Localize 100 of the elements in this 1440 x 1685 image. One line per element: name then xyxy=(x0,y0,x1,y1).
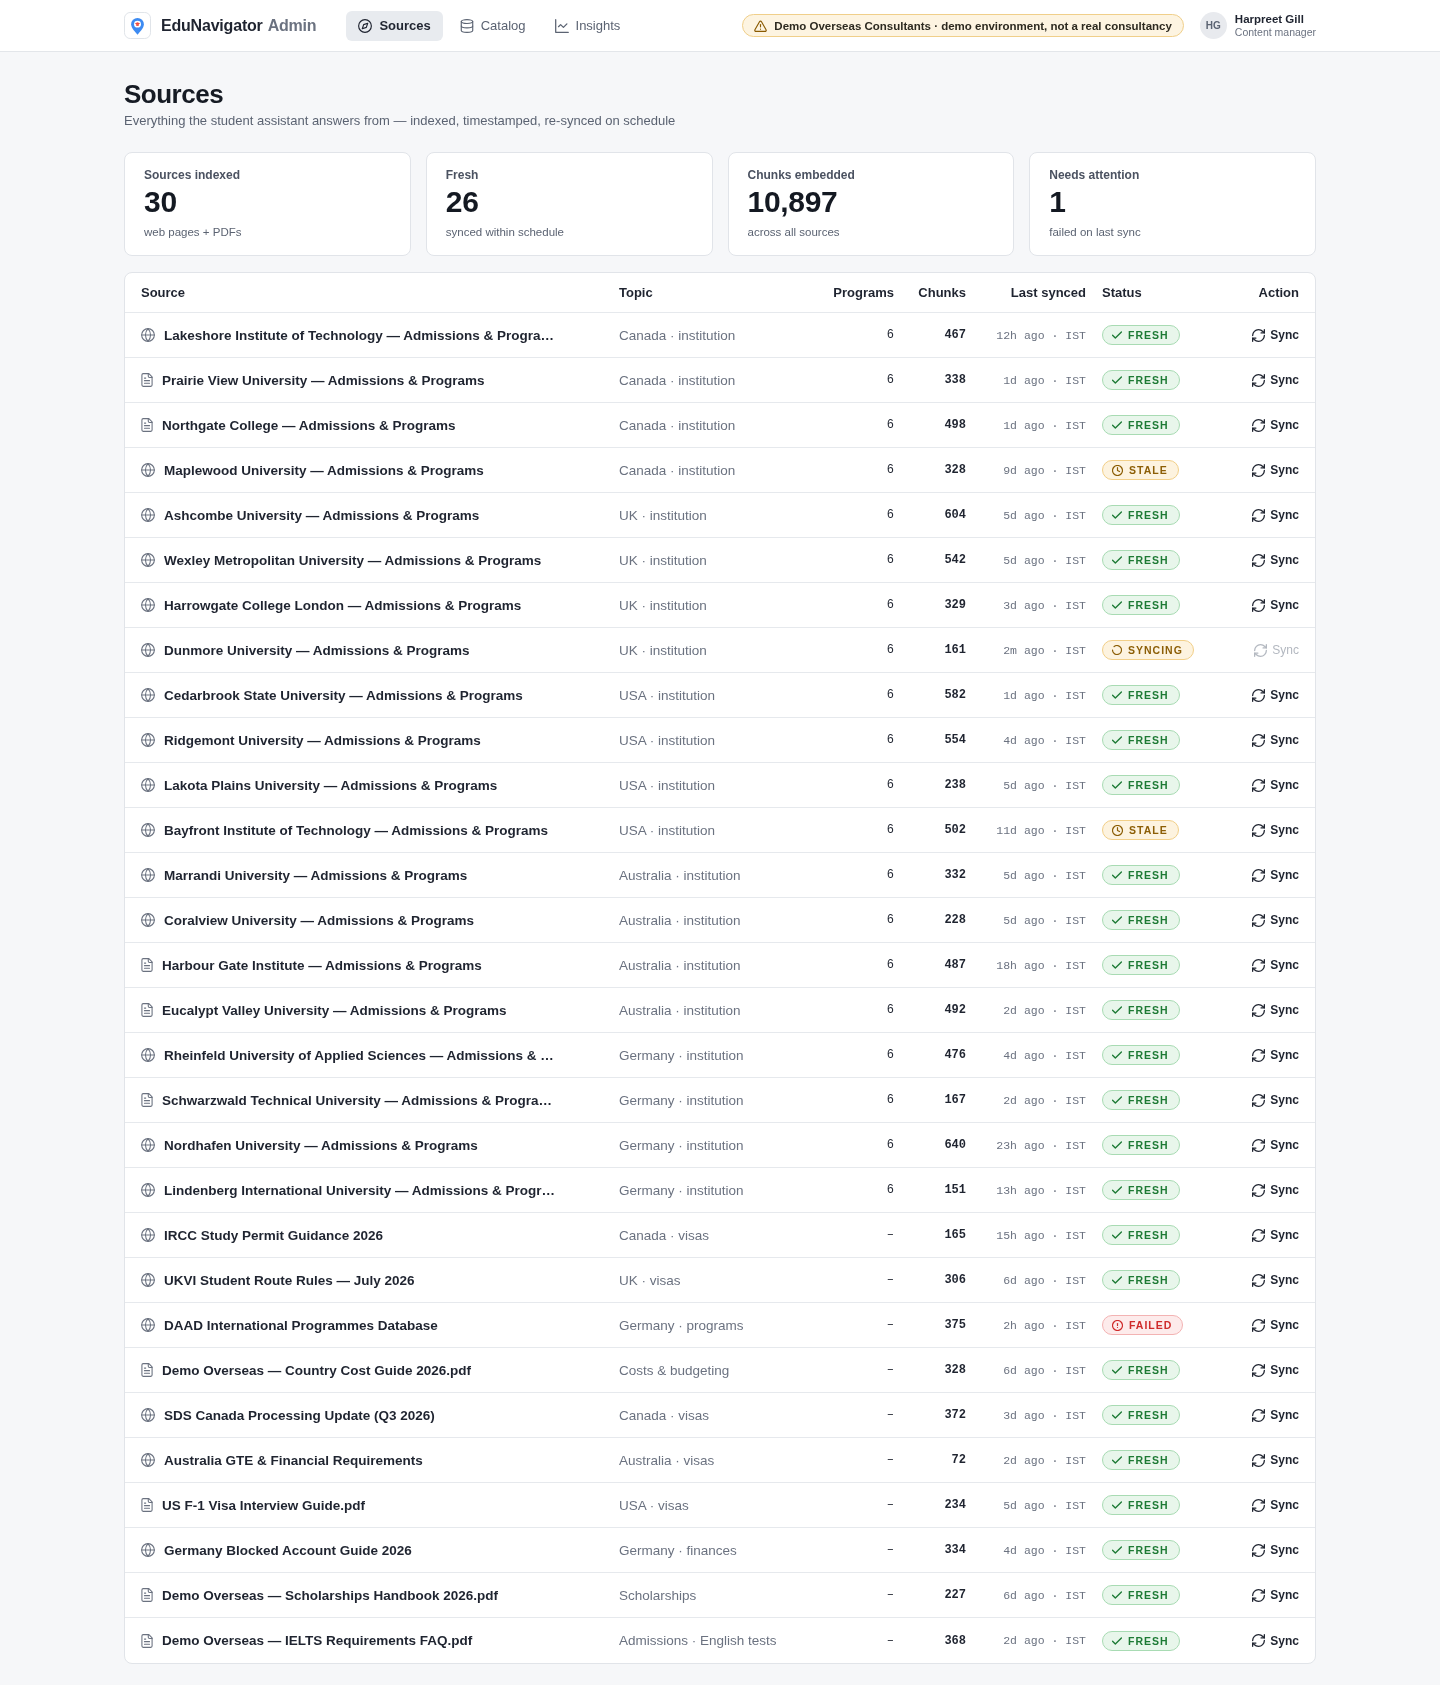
column-header: Source xyxy=(141,285,186,300)
source-name: Demo Overseas — Scholarships Handbook 2026.pdf xyxy=(162,1587,499,1603)
source-name: Lakota Plains University — Admissions & Programs xyxy=(164,777,498,793)
globe-icon xyxy=(141,1543,155,1557)
nav-tab[interactable]: Catalog xyxy=(447,10,538,41)
sync-button[interactable]: Sync xyxy=(1252,1315,1299,1335)
sync-button[interactable]: Sync xyxy=(1252,775,1299,795)
source-name: Coralview University — Admissions & Programs xyxy=(164,912,475,928)
sync-button[interactable]: Sync xyxy=(1252,685,1299,705)
sync-button[interactable]: Sync xyxy=(1252,1225,1299,1245)
refresh-icon xyxy=(1252,913,1266,927)
status-text: FRESH xyxy=(1128,1049,1169,1061)
globe-icon xyxy=(141,1183,155,1197)
brand-name: EduNavigator xyxy=(161,16,263,35)
last-synced-time: 2h ago · IST xyxy=(1003,1318,1086,1332)
banner-text: Demo Overseas Consultants · demo environment, not a real consultancy xyxy=(774,19,1172,32)
sync-button[interactable]: Sync xyxy=(1252,1045,1299,1065)
refresh-icon xyxy=(1252,373,1266,387)
last-synced-time: 5d ago · IST xyxy=(1003,508,1086,522)
topic-text: USA · institution xyxy=(619,777,716,793)
globe-icon xyxy=(141,1138,155,1152)
sync-button[interactable]: Sync xyxy=(1252,1270,1299,1290)
user-avatar[interactable]: HG xyxy=(1199,12,1227,39)
sync-button[interactable]: Sync xyxy=(1252,370,1299,390)
chunk-count: 582 xyxy=(944,688,966,702)
document-icon xyxy=(141,1093,153,1107)
check-icon xyxy=(1112,1591,1122,1599)
sync-button[interactable]: Sync xyxy=(1252,865,1299,885)
sync-button[interactable]: Sync xyxy=(1252,910,1299,930)
last-synced-time: 18h ago · IST xyxy=(996,958,1086,972)
refresh-icon xyxy=(1252,1498,1266,1512)
status-text: FAILED xyxy=(1129,1319,1173,1331)
sync-button[interactable]: Sync xyxy=(1252,730,1299,750)
globe-icon xyxy=(141,328,155,342)
chunk-count: 332 xyxy=(944,868,966,882)
sync-button[interactable]: Sync xyxy=(1252,1540,1299,1560)
refresh-icon xyxy=(1252,328,1266,342)
check-icon xyxy=(1112,1501,1122,1509)
sync-button[interactable]: Sync xyxy=(1252,460,1299,480)
sync-button[interactable]: Sync xyxy=(1252,325,1299,345)
warning-icon xyxy=(754,19,768,32)
globe-icon xyxy=(141,463,155,477)
program-count: 6 xyxy=(886,508,894,522)
page-title: Sources xyxy=(124,78,224,110)
topic-text: Costs & budgeting xyxy=(619,1362,730,1378)
sync-button[interactable]: Sync xyxy=(1252,1630,1299,1651)
last-synced-time: 2m ago · IST xyxy=(1003,643,1086,657)
spinner-icon xyxy=(1112,645,1122,655)
document-icon xyxy=(141,418,153,432)
sync-button[interactable]: Sync xyxy=(1252,1495,1299,1515)
refresh-icon xyxy=(1252,868,1266,882)
sync-button[interactable]: Sync xyxy=(1252,955,1299,975)
chunk-count: 238 xyxy=(944,778,966,792)
program-count: 6 xyxy=(886,1183,894,1197)
status-text: STALE xyxy=(1129,824,1168,836)
refresh-icon xyxy=(1252,688,1266,702)
check-icon xyxy=(1112,1186,1122,1194)
refresh-icon xyxy=(1252,1273,1266,1287)
sync-button[interactable]: Sync xyxy=(1252,550,1299,570)
nav-tab[interactable]: Insights xyxy=(542,10,633,41)
program-count: 6 xyxy=(886,688,894,702)
sync-button[interactable]: Sync xyxy=(1252,1405,1299,1425)
last-synced-time: 2d ago · IST xyxy=(1003,1634,1086,1647)
topic-text: Germany · programs xyxy=(619,1317,744,1333)
column-header: Topic xyxy=(619,285,653,300)
refresh-icon xyxy=(1252,463,1266,477)
sync-button[interactable]: Sync xyxy=(1252,415,1299,435)
document-icon xyxy=(141,1633,153,1648)
sync-button[interactable]: Sync xyxy=(1252,1180,1299,1200)
status-text: FRESH xyxy=(1128,689,1169,701)
last-synced-time: 23h ago · IST xyxy=(996,1138,1086,1152)
program-count: 6 xyxy=(886,328,894,342)
location-pin-logo-icon xyxy=(124,12,151,39)
sync-button[interactable]: Sync xyxy=(1252,505,1299,525)
stat-label: Sources indexed xyxy=(144,167,241,183)
sync-button[interactable]: Sync xyxy=(1252,1000,1299,1020)
sync-button[interactable]: Sync xyxy=(1252,595,1299,615)
refresh-icon xyxy=(1252,1093,1266,1107)
sync-button[interactable]: Sync xyxy=(1252,1585,1299,1605)
sync-button[interactable]: Sync xyxy=(1252,1360,1299,1380)
source-name: Wexley Metropolitan University — Admissions & Programs xyxy=(164,552,542,568)
clock-icon xyxy=(1112,464,1123,476)
sync-button[interactable]: Sync xyxy=(1252,1450,1299,1470)
chunk-count: 234 xyxy=(944,1498,966,1512)
stat-value: 30 xyxy=(144,185,177,219)
last-synced-time: 3d ago · IST xyxy=(1003,1408,1086,1422)
sync-button[interactable]: Sync xyxy=(1252,1135,1299,1155)
stat-note: across all sources xyxy=(747,225,840,240)
status-text: FRESH xyxy=(1128,779,1169,791)
check-icon xyxy=(1112,1096,1122,1104)
program-count: 6 xyxy=(886,958,894,972)
last-synced-time: 1d ago · IST xyxy=(1003,418,1086,432)
sync-button[interactable]: Sync xyxy=(1252,820,1299,840)
check-icon xyxy=(1112,556,1122,564)
nav-tab[interactable]: Sources xyxy=(346,10,443,41)
status-text: FRESH xyxy=(1128,734,1169,746)
source-name: Lakeshore Institute of Technology — Admissions & Progra… xyxy=(164,327,555,343)
chunk-count: 372 xyxy=(944,1408,966,1422)
sync-button[interactable]: Sync xyxy=(1252,1090,1299,1110)
status-text: FRESH xyxy=(1128,419,1169,431)
